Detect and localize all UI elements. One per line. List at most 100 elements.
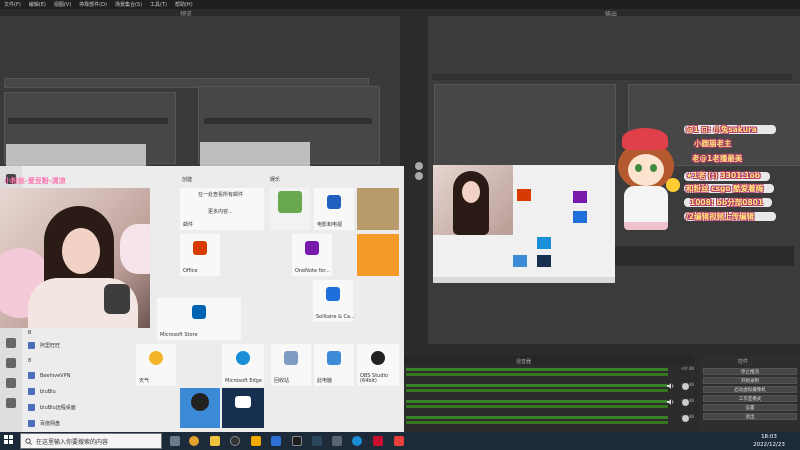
game-tile[interactable] [357,188,399,230]
xbox-characters-icon [278,191,302,214]
transition-controls[interactable] [412,160,426,190]
menu-tools[interactable]: 工具(T) [150,1,167,8]
overlay-banner-text: 小粉丝-爱豆粉-清凉 [4,177,66,185]
obs-taskbar-icon[interactable] [230,436,240,446]
volume-meter [406,368,668,371]
weather-tile[interactable]: 天气 [136,344,176,386]
office-tile[interactable]: Office [180,234,220,276]
solitaire-tile[interactable]: Solitaire & Ca... [313,280,355,322]
menu-help[interactable]: 帮助(H) [175,1,193,8]
dolby-tile[interactable] [222,388,264,428]
app-list-item[interactable]: 百度网盘 [28,419,60,428]
menu-docks[interactable]: 停靠部件(D) [79,1,107,8]
overlay-line: 小圆猫老主 [694,139,732,148]
letter-header: 8 [28,358,32,364]
app-list-item[interactable]: bluBlu [28,387,56,396]
overlay-line: /2编辑视频上传编辑 [686,212,754,221]
app-taskbar-icon[interactable] [373,436,383,446]
preview-canvas[interactable] [0,16,400,166]
mixer-channel: -Inf dB [404,414,694,430]
taskbar-search-box[interactable]: 在这里输入你要搜索的内容 [20,433,162,449]
movies-tile[interactable]: 电影和电视 [314,188,354,230]
app-taskbar-icon[interactable] [271,436,281,446]
recycle-bin-tile[interactable]: 回收站 [271,344,311,386]
overlay-line: @1 ⊡: 小兔sakura [686,125,757,134]
volume-meter [406,421,668,424]
dolby-icon [235,395,251,408]
app-taskbar-icon[interactable] [394,436,404,446]
app-taskbar-icon[interactable] [332,436,342,446]
windows-start-icon[interactable] [4,435,14,445]
store-icon [192,305,206,320]
obs-icon [371,351,385,366]
anime-character-overlay [608,128,684,230]
menu-view[interactable]: 视图(V) [54,1,71,8]
edge-taskbar-icon[interactable] [352,436,362,446]
picture-icon[interactable] [6,358,16,368]
virtual-camera-button[interactable]: 启动虚拟摄像机 [703,386,797,393]
nested-stripe [204,118,372,124]
mickey-icon [191,392,209,411]
app-icon [28,342,35,349]
game-tile[interactable] [357,234,399,276]
controls-title: 控件 [738,359,749,365]
stop-streaming-button[interactable]: 停止推流 [703,368,797,375]
gear-icon[interactable] [682,399,689,406]
clock-date: 2022/12/23 [753,442,785,448]
mail-tile[interactable]: 在一处查看所有邮件 更多内容... 邮件 [180,188,264,230]
document-icon[interactable] [6,338,16,348]
app-list-item[interactable]: 阿里旺旺 [28,341,60,350]
settings-icon[interactable] [6,378,16,388]
gear-icon[interactable] [682,383,689,390]
this-pc-tile[interactable]: 此电脑 [314,344,354,386]
mixer-title: 混音器 [516,359,532,365]
nested-control-rows [614,246,794,266]
nested-stripe [432,74,792,80]
taskbar-clock[interactable]: 18:03 2022/12/23 [740,433,798,449]
gear-icon[interactable] [682,415,689,422]
settings-button[interactable]: 设置 [703,404,797,411]
app-list-item[interactable]: bluBlu远程桌面 [28,403,76,412]
menu-scene-collection[interactable]: 场景集合(S) [115,1,142,8]
app-icon [28,420,35,427]
overlay-line: ★1老 (:) 3301:1ob [686,171,761,180]
stream-overlay-banner: 小粉丝-爱豆粉-清凉 [0,174,150,188]
steam-icon[interactable] [312,436,322,446]
overlay-line: 1008: bb分部0801 [690,198,764,207]
nested-start-thumb [6,144,146,166]
volume-meter [406,373,668,376]
volume-meter [406,416,668,419]
menu-edit[interactable]: 编辑(E) [29,1,46,8]
file-explorer-icon[interactable] [210,436,220,446]
search-placeholder: 在这里输入你要搜索的内容 [36,438,109,446]
app-list-item[interactable]: BeehiveVPN [28,371,70,380]
studio-mode-button[interactable]: 工作室模式 [703,395,797,402]
xbox-tile[interactable] [270,188,310,230]
volume-meter [406,389,668,392]
mail-label: 邮件 [183,222,194,228]
onenote-tile[interactable]: OneNote for... [292,234,332,276]
power-icon[interactable] [6,398,16,408]
menu-file[interactable]: 文件(F) [4,1,21,8]
gear-icon[interactable] [415,162,423,170]
mixer-channel: -Inf dB [404,398,694,414]
overlay-line: 老@1老播最美 [692,154,743,163]
nested-stripe [8,118,168,124]
chrome-icon[interactable] [189,436,199,446]
task-view-icon[interactable] [170,436,180,446]
exit-button[interactable]: 退出 [703,413,797,420]
disney-tile[interactable] [180,388,220,428]
start-recording-button[interactable]: 开始录制 [703,377,797,384]
gear-icon[interactable] [415,172,423,180]
app-taskbar-icon[interactable] [251,436,261,446]
volume-meter [406,384,668,387]
speaker-icon[interactable] [667,399,675,405]
edge-tile[interactable]: Microsoft Edge [222,344,264,386]
letter-header: B [28,330,32,336]
edge-icon [236,351,250,366]
speaker-icon[interactable] [667,383,675,389]
obs-tile[interactable]: OBS Studio (64bit) [357,344,399,386]
nested-capture-left [434,84,616,166]
store-tile[interactable]: Microsoft Store [157,298,241,340]
app-taskbar-icon[interactable] [292,436,302,446]
